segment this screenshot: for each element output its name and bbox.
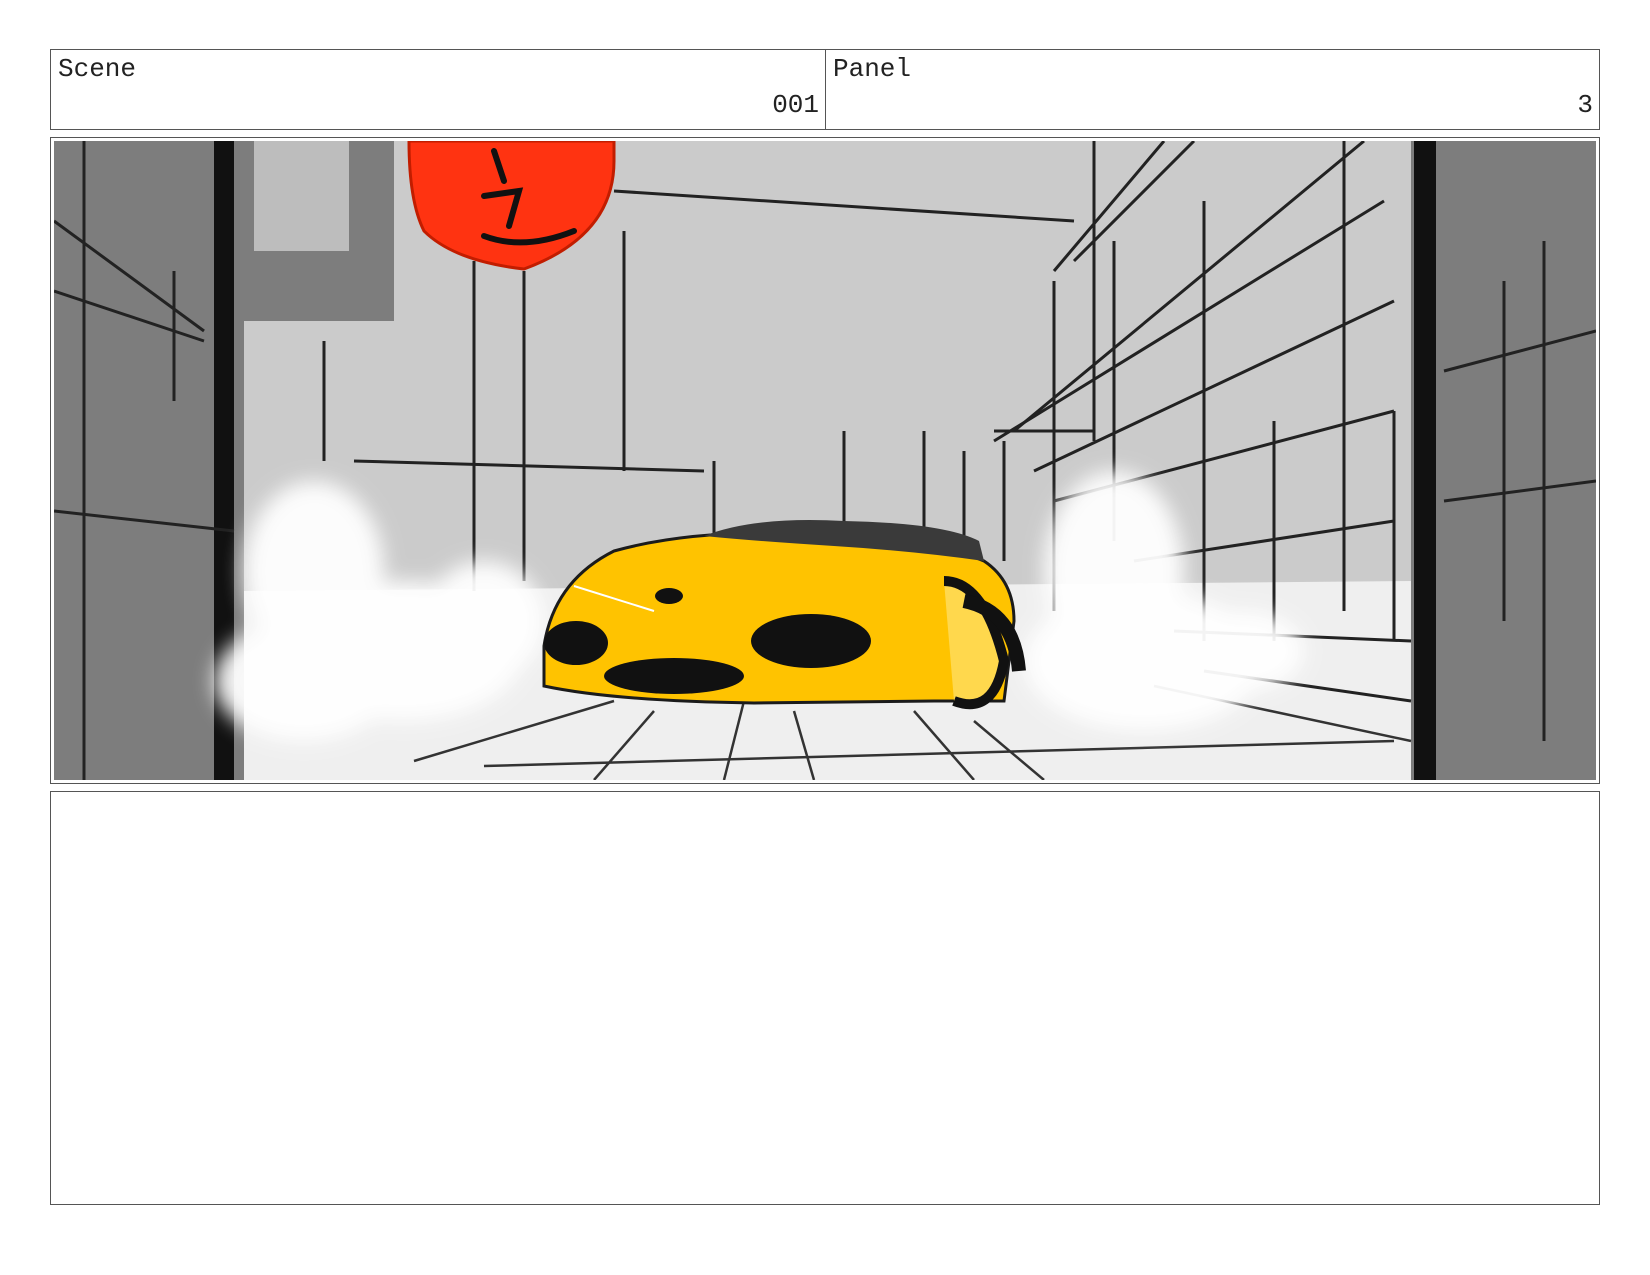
scene-cell: Scene 001: [51, 50, 826, 129]
scene-number: 001: [772, 90, 819, 120]
panel-label: Panel: [833, 54, 912, 84]
scene-label: Scene: [58, 54, 137, 84]
panel-header: Scene 001 Panel 3: [50, 49, 1600, 130]
notes-box: [50, 791, 1600, 1205]
storyboard-illustration: [54, 141, 1596, 780]
storyboard-frame: [50, 137, 1600, 784]
panel-number: 3: [1577, 90, 1593, 120]
panel-cell: Panel 3: [826, 50, 1599, 129]
